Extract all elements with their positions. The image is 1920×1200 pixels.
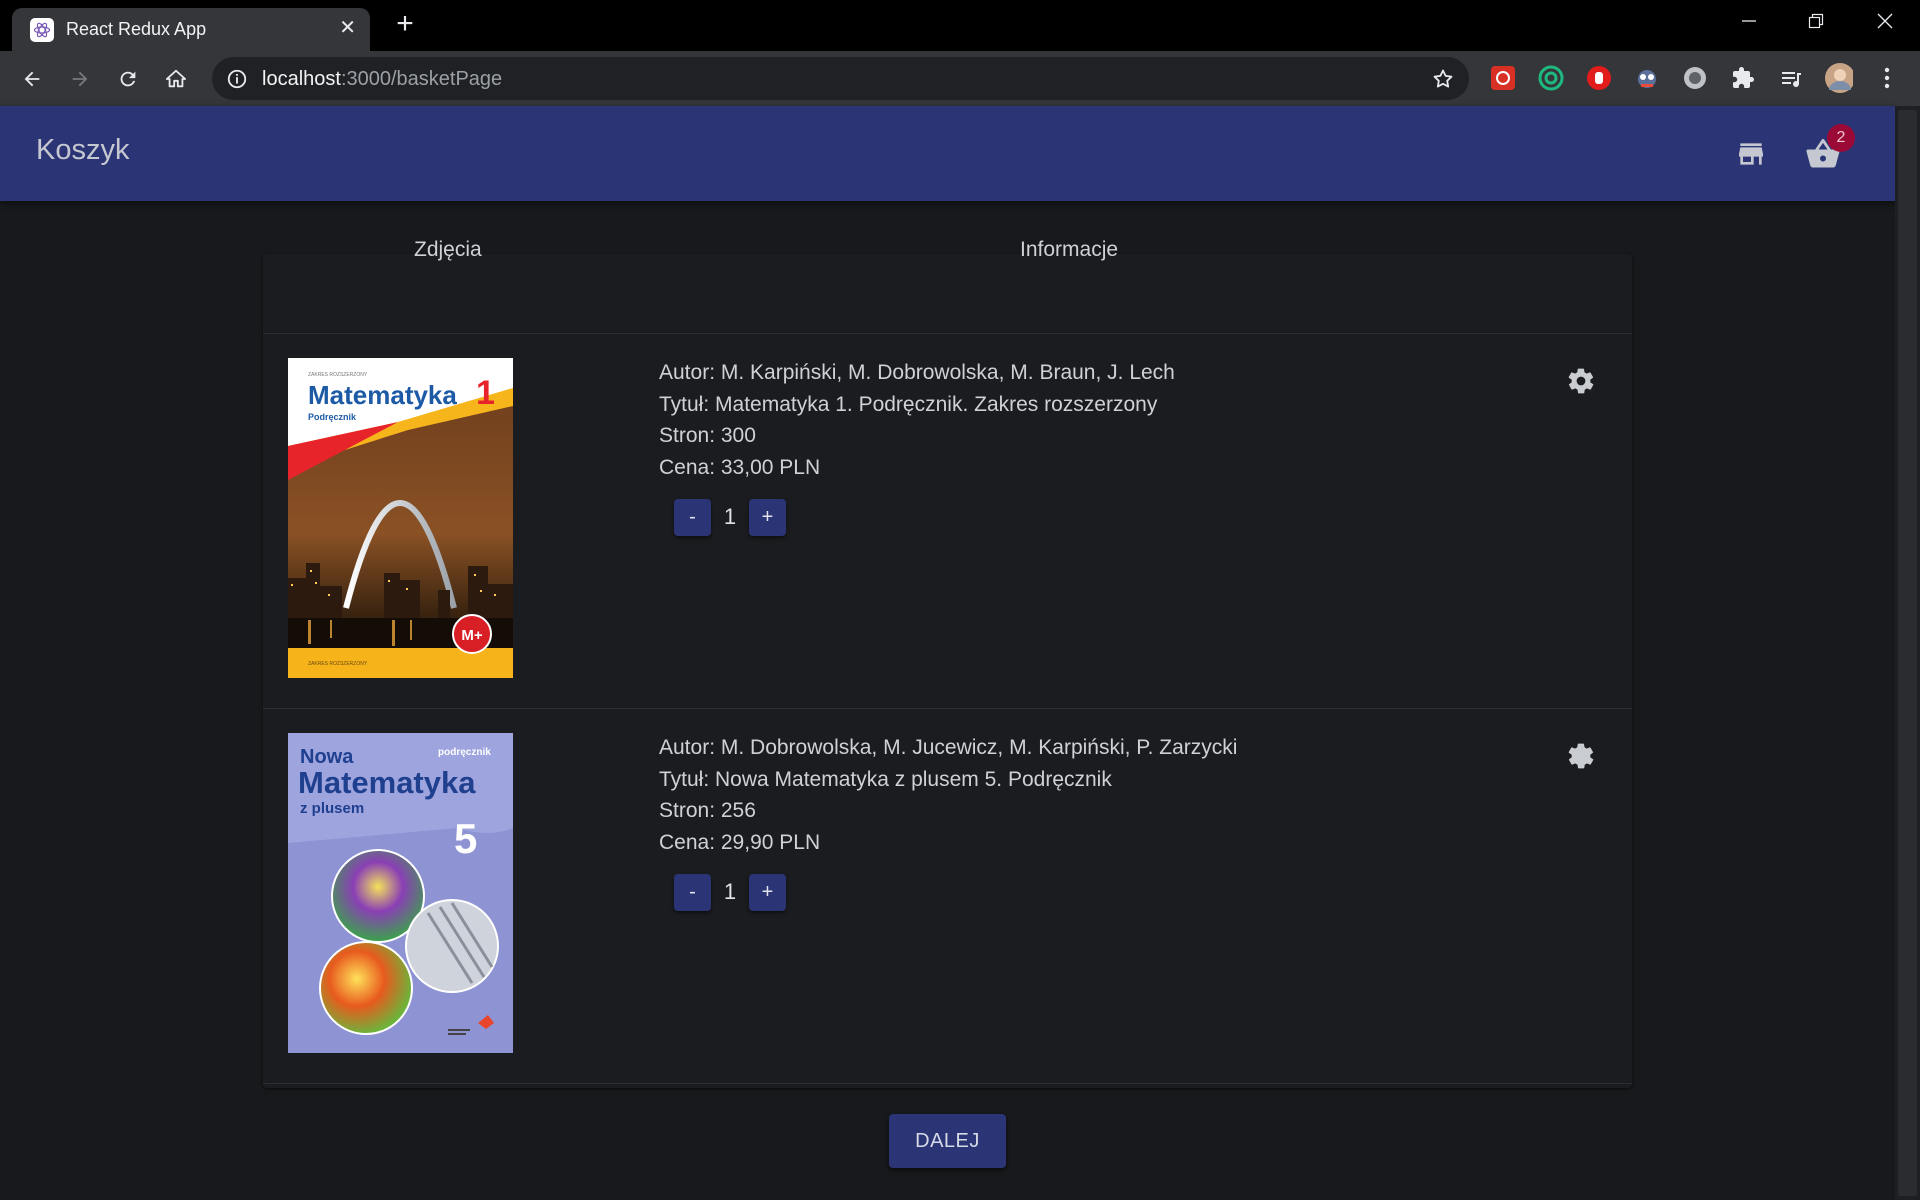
- close-window-icon[interactable]: [1856, 6, 1914, 36]
- book-author: Autor: M. Karpiński, M. Dobrowolska, M. …: [659, 361, 1175, 384]
- extension-red-icon[interactable]: [1489, 64, 1517, 92]
- tab-close-icon[interactable]: ✕: [339, 16, 356, 40]
- book-author: Autor: M. Dobrowolska, M. Jucewicz, M. K…: [659, 736, 1238, 759]
- extension-green-ring-icon[interactable]: [1537, 64, 1565, 92]
- next-button[interactable]: DALEJ: [889, 1114, 1006, 1168]
- book-pages: Stron: 300: [659, 424, 756, 447]
- site-info-icon[interactable]: [226, 68, 248, 90]
- extension-globe-icon[interactable]: [1681, 64, 1709, 92]
- url-text: localhost:3000/basketPage: [262, 68, 503, 90]
- address-bar[interactable]: localhost:3000/basketPage: [212, 57, 1469, 100]
- book-cover-image: Nowa podręcznik Matematyka z plusem 5: [288, 733, 513, 1053]
- browser-toolbar: localhost:3000/basketPage: [0, 51, 1920, 106]
- tab-title: React Redux App: [66, 19, 207, 39]
- browser-tab[interactable]: React Redux App ✕: [12, 8, 370, 51]
- increase-quantity-button[interactable]: +: [749, 874, 786, 911]
- book-pages: Stron: 256: [659, 799, 756, 822]
- bookmark-star-icon[interactable]: [1431, 67, 1455, 91]
- cover-title: Matematyka: [308, 380, 457, 410]
- decrease-quantity-button[interactable]: -: [674, 499, 711, 536]
- profile-avatar[interactable]: [1825, 63, 1853, 93]
- row-divider: [263, 708, 1632, 709]
- gear-icon[interactable]: [1566, 366, 1596, 396]
- forward-arrow-icon[interactable]: [64, 63, 96, 95]
- column-header-info: Informacje: [1020, 238, 1119, 261]
- cover-tag: podręcznik: [438, 747, 491, 758]
- extensions-puzzle-icon[interactable]: [1729, 64, 1757, 92]
- store-icon[interactable]: [1735, 138, 1767, 170]
- basket-count-badge: 2: [1827, 124, 1855, 152]
- new-tab-button[interactable]: +: [390, 9, 420, 40]
- cover-number: 1: [476, 374, 495, 412]
- column-header-images: Zdjęcia: [414, 238, 482, 261]
- app-bar: Koszyk 2: [0, 106, 1895, 201]
- cover-title: Matematyka: [298, 765, 476, 800]
- page-viewport: Koszyk 2 Zdjęcia Informacje M+ ZAKRES RO…: [0, 106, 1895, 1200]
- cover-number: 5: [454, 815, 477, 862]
- row-divider: [263, 1083, 1632, 1084]
- book-title: Tytuł: Nowa Matematyka z plusem 5. Podrę…: [659, 768, 1112, 791]
- browser-menu-icon[interactable]: [1873, 64, 1901, 92]
- back-arrow-icon[interactable]: [16, 63, 48, 95]
- book-cover-image: M+ ZAKRES ROZSZERZONY Matematyka 1 Podrę…: [288, 358, 513, 678]
- book-title: Tytuł: Matematyka 1. Podręcznik. Zakres …: [659, 393, 1158, 416]
- browser-tabstrip: React Redux App ✕ +: [0, 0, 1920, 51]
- svg-text:M+: M+: [461, 627, 482, 644]
- gear-icon[interactable]: [1566, 741, 1596, 771]
- react-favicon-icon: [30, 18, 54, 42]
- reload-icon[interactable]: [112, 63, 144, 95]
- extension-stop-hand-icon[interactable]: [1585, 64, 1613, 92]
- quantity-value: 1: [723, 504, 737, 529]
- cover-bottom-text: ZAKRES ROZSZERZONY: [308, 661, 368, 667]
- header-divider: [263, 333, 1632, 334]
- page-title: Koszyk: [36, 134, 130, 166]
- media-queue-icon[interactable]: [1777, 64, 1805, 92]
- minimize-icon[interactable]: [1720, 6, 1778, 36]
- increase-quantity-button[interactable]: +: [749, 499, 786, 536]
- book-price: Cena: 29,90 PLN: [659, 831, 821, 854]
- cover-subtitle: Podręcznik: [308, 412, 357, 422]
- restore-icon[interactable]: [1787, 6, 1845, 36]
- home-icon[interactable]: [160, 63, 192, 95]
- decrease-quantity-button[interactable]: -: [674, 874, 711, 911]
- cover-line3: z plusem: [300, 800, 364, 817]
- book-price: Cena: 33,00 PLN: [659, 456, 821, 479]
- quantity-value: 1: [723, 879, 737, 904]
- cover-top-text: ZAKRES ROZSZERZONY: [308, 372, 368, 378]
- extension-face-icon[interactable]: [1633, 64, 1661, 92]
- scrollbar-thumb[interactable]: [1898, 110, 1917, 1196]
